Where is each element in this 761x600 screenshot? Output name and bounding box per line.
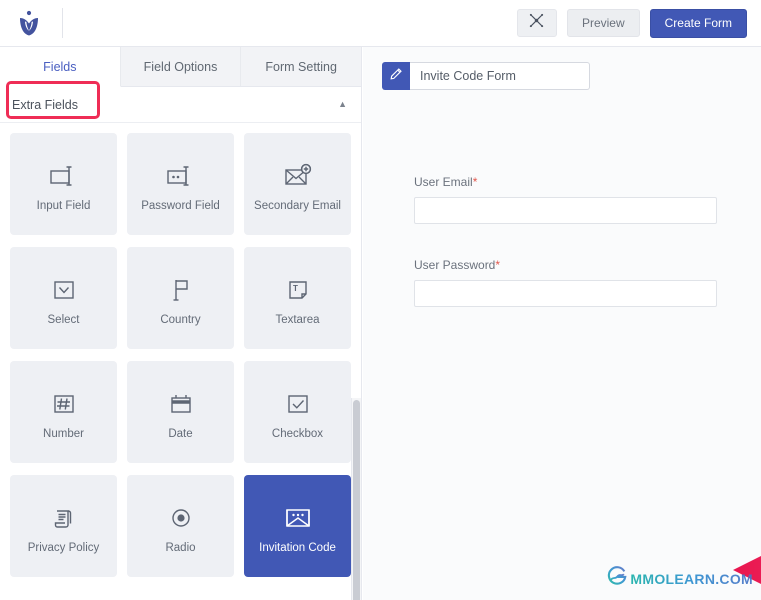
sidebar-scrollbar-thumb[interactable] xyxy=(353,400,360,600)
watermark: MMOLEARN.COM xyxy=(606,565,753,592)
field-card-label: Date xyxy=(168,427,193,440)
field-card-label: Invitation Code xyxy=(259,541,336,554)
svg-text:T: T xyxy=(293,284,298,293)
sidebar-scrollbar[interactable] xyxy=(351,398,361,600)
field-label-text: User Email xyxy=(414,175,473,189)
edit-form-title-button[interactable] xyxy=(382,62,410,90)
pencil-icon xyxy=(389,67,403,86)
field-card-label: Number xyxy=(43,427,84,440)
field-label-user-email: User Email* xyxy=(414,175,717,189)
field-card-country[interactable]: Country xyxy=(127,247,234,349)
field-cards-grid: Input Field Password Field Secondary Ema… xyxy=(10,133,351,577)
field-card-label: Radio xyxy=(165,541,196,554)
form-title-row xyxy=(382,62,590,90)
create-form-button[interactable]: Create Form xyxy=(649,8,747,38)
checkbox-icon xyxy=(282,385,314,419)
tab-field-options[interactable]: Field Options xyxy=(121,47,242,86)
tab-fields-label: Fields xyxy=(43,59,77,74)
field-card-checkbox[interactable]: Checkbox xyxy=(244,361,351,463)
top-bar-actions: Preview Create Form xyxy=(516,8,761,38)
document-scroll-icon xyxy=(48,499,80,533)
required-mark: * xyxy=(472,175,478,189)
field-card-password-field[interactable]: Password Field xyxy=(127,133,234,235)
top-bar: Preview Create Form xyxy=(0,0,761,47)
tab-field-options-label: Field Options xyxy=(143,59,218,74)
field-card-radio[interactable]: Radio xyxy=(127,475,234,577)
brand xyxy=(0,8,63,38)
field-card-label: Country xyxy=(160,313,201,326)
preview-button-label: Preview xyxy=(581,16,625,30)
field-card-input-field[interactable]: Input Field xyxy=(10,133,117,235)
field-card-date[interactable]: Date xyxy=(127,361,234,463)
fullscreen-button[interactable] xyxy=(516,9,557,37)
field-card-invitation-code[interactable]: Invitation Code xyxy=(244,475,351,577)
create-form-button-label: Create Form xyxy=(664,16,732,30)
required-mark: * xyxy=(495,258,501,272)
hash-number-icon xyxy=(48,385,80,419)
field-card-label: Password Field xyxy=(141,199,220,212)
radio-button-icon xyxy=(165,499,197,533)
field-card-textarea[interactable]: T Textarea xyxy=(244,247,351,349)
field-card-label: Input Field xyxy=(36,199,91,212)
textarea-icon: T xyxy=(282,271,314,305)
user-password-input[interactable] xyxy=(414,280,717,307)
watermark-text: MMOLEARN.COM xyxy=(630,570,753,587)
form-title-input[interactable] xyxy=(410,62,590,90)
fields-sidebar: Fields Field Options Form Setting Extra … xyxy=(0,47,362,600)
tab-form-setting-label: Form Setting xyxy=(265,59,337,74)
envelope-code-icon xyxy=(282,499,314,533)
calendar-icon xyxy=(165,385,197,419)
field-card-privacy-policy[interactable]: Privacy Policy xyxy=(10,475,117,577)
form-preview-panel: User Email* User Password* Add New xyxy=(363,47,761,600)
select-dropdown-icon xyxy=(48,271,80,305)
tab-fields[interactable]: Fields xyxy=(0,47,121,87)
field-card-select[interactable]: Select xyxy=(10,247,117,349)
field-card-label: Select xyxy=(47,313,80,326)
mmolearn-logo-icon xyxy=(606,565,628,592)
sidebar-tabs: Fields Field Options Form Setting xyxy=(0,47,361,87)
triangle-up-icon[interactable]: ▲ xyxy=(338,100,347,109)
field-card-label: Privacy Policy xyxy=(27,541,100,554)
field-label-text: User Password xyxy=(414,258,496,272)
field-card-label: Textarea xyxy=(275,313,320,326)
form-field-user-password: User Password* xyxy=(414,258,717,307)
field-card-label: Secondary Email xyxy=(254,199,341,212)
tab-form-setting[interactable]: Form Setting xyxy=(241,47,361,86)
extra-fields-title: Extra Fields xyxy=(12,97,78,112)
field-cards-scroll-area: Input Field Password Field Secondary Ema… xyxy=(0,123,361,600)
lotus-logo-icon xyxy=(16,9,42,37)
envelope-plus-icon xyxy=(282,157,314,191)
left-arrow-annotation xyxy=(731,549,761,591)
form-builder-app: Preview Create Form Fields Field Options… xyxy=(0,0,761,600)
field-label-user-password: User Password* xyxy=(414,258,717,272)
password-field-icon xyxy=(165,157,197,191)
form-field-user-email: User Email* xyxy=(414,175,717,224)
collapse-arrows-icon xyxy=(529,13,544,33)
flag-icon xyxy=(165,271,197,305)
extra-fields-section-header[interactable]: Extra Fields ▲ xyxy=(0,81,361,123)
preview-button[interactable]: Preview xyxy=(566,9,640,37)
input-field-icon xyxy=(48,157,80,191)
field-card-number[interactable]: Number xyxy=(10,361,117,463)
field-card-label: Checkbox xyxy=(271,427,324,440)
field-card-secondary-email[interactable]: Secondary Email xyxy=(244,133,351,235)
brand-divider xyxy=(62,8,63,38)
user-email-input[interactable] xyxy=(414,197,717,224)
